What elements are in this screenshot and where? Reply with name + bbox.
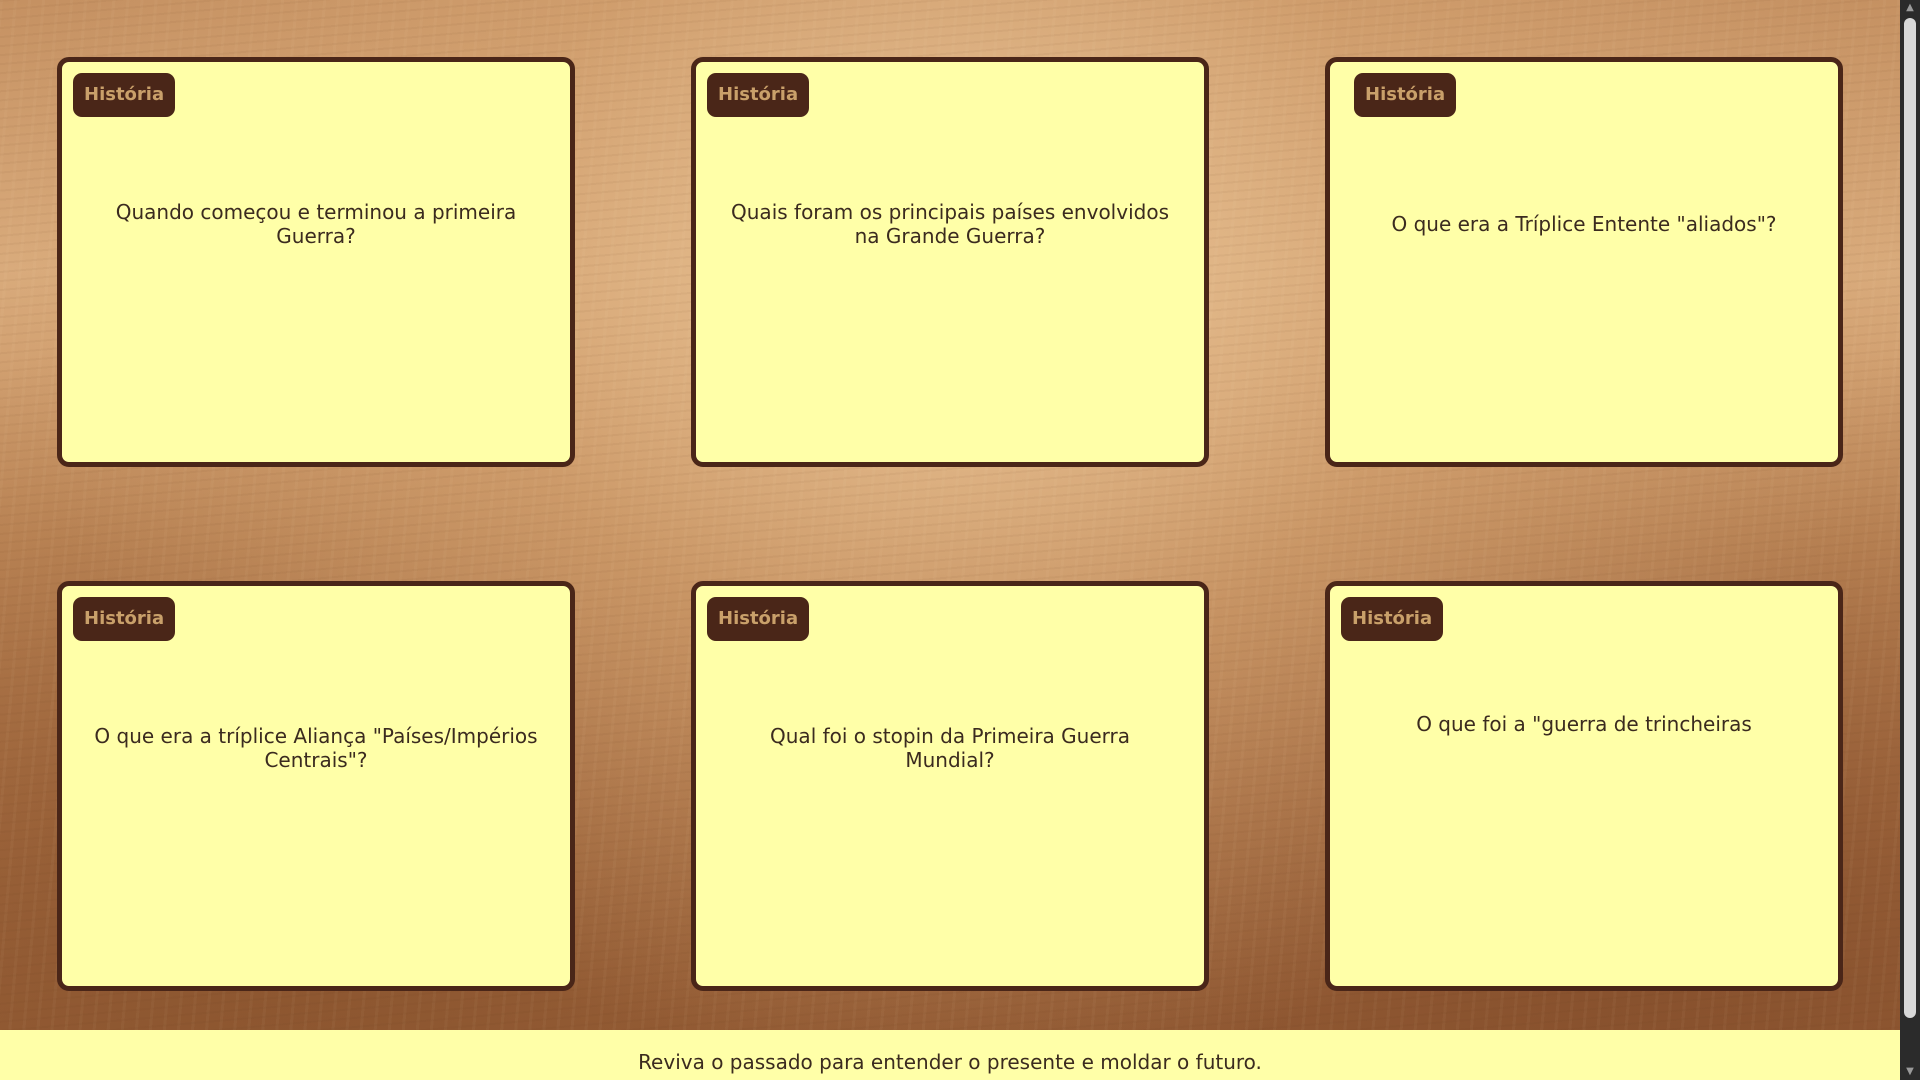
chevron-down-icon[interactable]: ▼ [1900, 1064, 1920, 1080]
subject-badge: História [73, 597, 176, 641]
flashcard-4[interactable]: História O que era a tríplice Aliança "P… [57, 581, 575, 991]
subject-badge: História [1354, 73, 1457, 117]
flashcard-6[interactable]: História O que foi a "guerra de trinchei… [1325, 581, 1843, 991]
subject-badge: História [1341, 597, 1444, 641]
card-question: Quais foram os principais países envolvi… [731, 200, 1169, 248]
chevron-up-icon[interactable]: ▲ [1900, 0, 1920, 16]
flashcard-1[interactable]: História Quando começou e terminou a pri… [57, 57, 575, 467]
card-question: O que era a tríplice Aliança "Países/Imp… [94, 724, 538, 772]
scrollbar-thumb[interactable] [1904, 18, 1916, 1018]
card-question: Qual foi o stopin da Primeira Guerra Mun… [770, 724, 1130, 772]
flashcard-grid: História Quando começou e terminou a pri… [0, 0, 1900, 1030]
subject-badge: História [707, 597, 810, 641]
subject-badge: História [707, 73, 810, 117]
subject-badge: História [73, 73, 176, 117]
card-question: Quando começou e terminou a primeira Gue… [115, 200, 517, 248]
footer-tagline: Reviva o passado para entender o present… [638, 1050, 1262, 1074]
flashcard-5[interactable]: História Qual foi o stopin da Primeira G… [691, 581, 1209, 991]
card-question: O que era a Tríplice Entente "aliados"? [1391, 212, 1777, 236]
footer: Reviva o passado para entender o present… [0, 1030, 1900, 1080]
vertical-scrollbar[interactable]: ▲ ▼ [1900, 0, 1920, 1080]
card-question: O que foi a "guerra de trincheiras [1416, 712, 1752, 736]
flashcard-2[interactable]: História Quais foram os principais paíse… [691, 57, 1209, 467]
flashcard-3[interactable]: História O que era a Tríplice Entente "a… [1325, 57, 1843, 467]
